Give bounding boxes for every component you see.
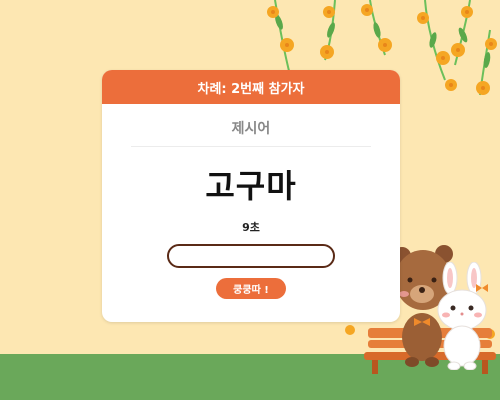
- rabbit-icon: [437, 262, 488, 370]
- submit-button[interactable]: 쿵쿵따 !: [216, 278, 286, 299]
- answer-input[interactable]: [167, 244, 335, 268]
- game-card: 차례: 2번째 참가자 제시어 고구마 9초 쿵쿵따 !: [102, 70, 400, 322]
- prompt-label: 제시어: [231, 121, 271, 137]
- turn-header: 차례: 2번째 참가자: [102, 70, 400, 104]
- divider: [131, 146, 371, 147]
- game-stage: 차례: 2번째 참가자 제시어 고구마 9초 쿵쿵따 !: [0, 0, 500, 400]
- countdown-timer: 9초: [242, 221, 260, 234]
- prompt-word: 고구마: [205, 167, 297, 205]
